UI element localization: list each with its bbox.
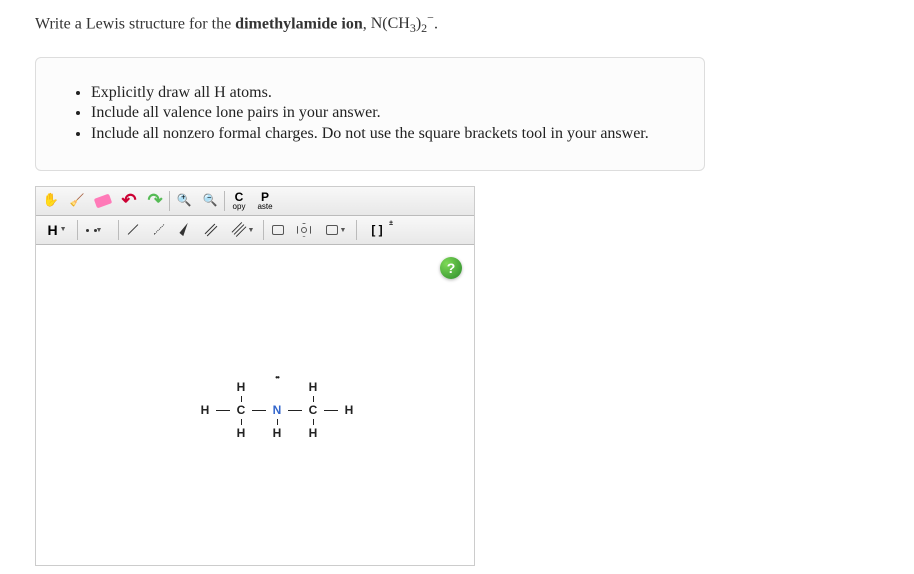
help-button[interactable]: ? xyxy=(440,257,462,279)
atom-h: H xyxy=(196,404,214,417)
q-formula: N(CH3)2− xyxy=(371,15,434,32)
toolbar-row-2: H▼ ▼ ▼ ▼ [ ]± xyxy=(36,216,474,245)
instruction-item: Explicitly draw all H atoms. xyxy=(91,83,674,104)
ring-tool-hex[interactable]: ▼ xyxy=(317,218,355,242)
atom-c: C xyxy=(304,404,322,417)
single-bond-icon xyxy=(128,225,139,236)
erase-icon xyxy=(94,193,112,208)
zoom-in-icon xyxy=(177,193,192,209)
q-bold: dimethylamide ion xyxy=(235,15,363,32)
single-bond-tool[interactable] xyxy=(120,218,146,242)
redo-icon xyxy=(147,190,162,211)
hand-tool[interactable] xyxy=(38,189,64,213)
ring-tool-1[interactable] xyxy=(265,218,291,242)
bond-vertical xyxy=(232,394,250,404)
chevron-down-icon: ▼ xyxy=(340,226,347,234)
double-bond-tool[interactable] xyxy=(198,218,224,242)
chevron-down-icon: ▼ xyxy=(96,226,103,234)
dashed-bond-icon xyxy=(154,225,165,236)
drawing-canvas[interactable]: ? •• H H xyxy=(36,245,474,565)
bond-vertical xyxy=(304,417,322,427)
instructions-list: Explicitly draw all H atoms. Include all… xyxy=(66,83,674,145)
q-suffix: , xyxy=(363,15,371,32)
q-prefix: Write a Lewis structure for the xyxy=(35,15,235,32)
zoom-out-icon xyxy=(203,193,218,209)
question-text: Write a Lewis structure for the dimethyl… xyxy=(35,8,879,37)
ring-icon xyxy=(272,225,284,235)
clear-tool[interactable] xyxy=(64,189,90,213)
bond-horizontal xyxy=(286,404,304,417)
hex-icon xyxy=(326,225,338,235)
atom-h: H xyxy=(232,427,250,440)
lone-pair-tool[interactable]: ▼ xyxy=(79,218,117,242)
double-bond-icon xyxy=(205,224,218,237)
benzene-icon xyxy=(297,223,311,237)
toolbar-row-1: Copy Paste xyxy=(36,187,474,216)
ring-tool-benzene[interactable] xyxy=(291,218,317,242)
copy-tool[interactable]: Copy xyxy=(226,189,252,213)
element-selector[interactable]: H▼ xyxy=(38,218,76,242)
bond-vertical xyxy=(268,417,286,427)
hand-icon xyxy=(43,192,59,209)
atom-n: N xyxy=(268,404,286,417)
clear-icon xyxy=(70,193,85,209)
bond-horizontal xyxy=(322,404,340,417)
atom-h: H xyxy=(232,381,250,394)
bond-horizontal xyxy=(250,404,268,417)
instructions-panel: Explicitly draw all H atoms. Include all… xyxy=(35,57,705,171)
bond-vertical xyxy=(304,394,322,404)
atom-h: H xyxy=(304,427,322,440)
zoom-in-tool[interactable] xyxy=(171,189,197,213)
instruction-item: Include all nonzero formal charges. Do n… xyxy=(91,124,674,145)
molecule-editor: Copy Paste H▼ ▼ ▼ ▼ [ ]± ? xyxy=(35,186,475,566)
atom-h: H xyxy=(340,404,358,417)
zoom-out-tool[interactable] xyxy=(197,189,223,213)
undo-icon xyxy=(121,190,136,211)
triple-bond-icon xyxy=(231,222,246,237)
erase-tool[interactable] xyxy=(90,189,116,213)
instruction-item: Include all valence lone pairs in your a… xyxy=(91,103,674,124)
atom-h: H xyxy=(268,427,286,440)
bracket-charge-tool[interactable]: [ ]± xyxy=(358,218,396,242)
dashed-bond-tool[interactable] xyxy=(146,218,172,242)
bond-horizontal xyxy=(214,404,232,417)
chevron-down-icon: ▼ xyxy=(248,226,255,234)
bond-vertical xyxy=(232,417,250,427)
help-icon: ? xyxy=(447,260,456,276)
triple-bond-tool[interactable]: ▼ xyxy=(224,218,262,242)
undo-tool[interactable] xyxy=(116,189,142,213)
wedge-bond-tool[interactable] xyxy=(172,218,198,242)
wedge-icon xyxy=(179,223,191,236)
atom-c: C xyxy=(232,404,250,417)
drawn-molecule[interactable]: •• H H xyxy=(196,375,358,440)
chevron-down-icon: ▼ xyxy=(60,226,67,233)
atom-h: H xyxy=(304,381,322,394)
paste-tool[interactable]: Paste xyxy=(252,189,278,213)
redo-tool[interactable] xyxy=(142,189,168,213)
